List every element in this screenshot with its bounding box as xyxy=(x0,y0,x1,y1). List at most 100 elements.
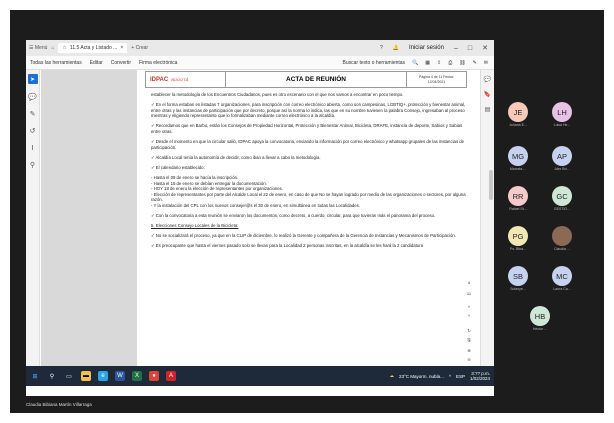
paragraph: ✓ El calendario establecido: xyxy=(151,164,205,170)
participant-tile[interactable]: LH Luisa He... xyxy=(540,102,584,127)
task-view-icon[interactable]: ▭ xyxy=(64,371,74,381)
avatar: SB xyxy=(508,266,528,286)
weather-icon[interactable]: ☁ xyxy=(390,373,395,379)
participant-name: Rafael St... xyxy=(509,207,527,211)
windows-start-icon[interactable]: ⊞ xyxy=(30,371,40,381)
pen-icon[interactable]: ✎ xyxy=(30,110,36,118)
star-icon[interactable]: ☆ xyxy=(62,45,66,51)
text-box-icon[interactable]: Ⅰ xyxy=(31,144,33,152)
menu-bar: Todas las herramientas Editar Convertir … xyxy=(26,56,494,70)
participant-tile[interactable]: MG Marcela ... xyxy=(496,146,540,171)
chevron-down-icon[interactable]: ˅ xyxy=(464,313,474,318)
menu-edit[interactable]: Editar xyxy=(90,60,103,66)
bell-icon[interactable]: 🔔 xyxy=(393,45,399,51)
chevron-up-icon[interactable]: ˄ xyxy=(464,304,474,309)
participant-name: Laura Ca... xyxy=(553,287,571,291)
clock-date: 1/02/2024 xyxy=(469,376,490,381)
search-taskbar-icon[interactable]: ⚲ xyxy=(47,371,57,381)
weather-text[interactable]: 23°C Mayorm. nubla... xyxy=(399,374,444,379)
sign-in-button[interactable]: Iniciar sesión xyxy=(409,45,444,51)
chrome-icon[interactable]: ● xyxy=(149,371,159,381)
language-indicator[interactable]: ESP xyxy=(456,374,465,379)
paragraph: - Hasta el 09 de enero se hacía la inscr… xyxy=(151,174,466,208)
scrollbar-thumb[interactable] xyxy=(489,170,493,200)
network-icon[interactable]: ^ xyxy=(449,374,451,379)
avatar: PG xyxy=(508,226,528,246)
menu-e-sign[interactable]: Firma electrónica xyxy=(139,60,177,66)
system-tray: ☁ 23°C Mayorm. nubla... ^ ESP 3:?? p.m. … xyxy=(390,371,495,381)
mail-icon[interactable]: ✉ xyxy=(484,60,488,66)
edge-icon[interactable]: e xyxy=(98,371,108,381)
home-icon[interactable]: ⌂ xyxy=(51,45,54,51)
participant-tile[interactable]: RR Rafael St... xyxy=(496,186,540,211)
page-indicator: 4 11 ˄ ˅ ↻ 🖫 ⊕ ⊖ xyxy=(464,280,474,362)
file-explorer-icon[interactable]: ▬ xyxy=(81,371,91,381)
menu-all-tools[interactable]: Todas las herramientas xyxy=(30,60,82,66)
participant-tile[interactable]: HB Héctor ... xyxy=(518,306,562,331)
excel-icon[interactable]: X xyxy=(132,371,142,381)
participant-name: Héctor ... xyxy=(532,327,548,331)
idpac-logo: IDPAC BOGOTÁ xyxy=(146,72,226,87)
participants-panel: JE Johana E... LH Luisa He... MG Marcela… xyxy=(496,102,606,362)
document-area[interactable]: IDPAC BOGOTÁ ACTA DE REUNIÓN Página 4 de… xyxy=(41,70,480,366)
search-icon[interactable]: 🔍 xyxy=(412,60,418,66)
menu-button[interactable]: ☰ Menú xyxy=(29,45,47,51)
select-tool-icon[interactable]: ➤ xyxy=(27,74,38,84)
minimize-icon[interactable]: – xyxy=(454,45,458,52)
section-heading: 5. Elecciones Consejo Locales de la Bici… xyxy=(151,223,239,229)
participant-photo xyxy=(552,226,572,246)
zoom-in-icon[interactable]: ⊕ xyxy=(464,348,474,353)
page-total: 11 xyxy=(466,291,472,296)
paragraph: ✓ No se socializará el proceso, ya que e… xyxy=(151,233,456,239)
taskbar: ⊞ ⚲ ▭ ▬ e W X ● A ☁ 23°C Mayorm. nubla..… xyxy=(26,366,494,386)
participant-tile[interactable]: PG Ps. Biba... xyxy=(496,226,540,251)
page-thumbs-icon[interactable]: ▦ xyxy=(425,60,430,66)
acrobat-icon[interactable]: A xyxy=(166,371,176,381)
close-window-icon[interactable]: ✕ xyxy=(482,44,488,52)
comment-icon[interactable]: 💬 xyxy=(28,93,37,101)
bookmark-icon[interactable]: 🔖 xyxy=(484,91,491,98)
link-icon[interactable]: ⛓ xyxy=(459,60,465,66)
participant-tile[interactable]: Claudia ... xyxy=(540,226,584,251)
pdf-viewer-window: ☰ Menú ⌂ ☆ 11.5 Acta y Listado ... × + C… xyxy=(26,40,494,396)
maximize-icon[interactable]: □ xyxy=(468,45,472,52)
search-tools-button[interactable]: Buscar texto o herramientas xyxy=(343,60,406,66)
create-button[interactable]: + Crear xyxy=(131,45,148,51)
participant-name: Marcela ... xyxy=(509,167,527,171)
print-icon[interactable]: ⎙ xyxy=(448,60,452,66)
stamp-icon[interactable]: ⚲ xyxy=(30,161,35,169)
logo-brand: IDPAC xyxy=(150,76,169,83)
participant-tile[interactable]: JE Johana E... xyxy=(496,102,540,127)
participant-name: Ps. Biba... xyxy=(510,247,526,251)
avatar: LH xyxy=(552,102,572,122)
word-icon[interactable]: W xyxy=(115,371,125,381)
menu-label: Menú xyxy=(34,45,48,51)
draw-icon[interactable]: ↺ xyxy=(30,127,36,135)
save-icon[interactable]: 🖫 xyxy=(464,337,474,344)
tab-title: 11.5 Acta y Listado ... xyxy=(69,45,118,51)
avatar: HB xyxy=(530,306,550,326)
clock[interactable]: 3:?? p.m. 1/02/2024 xyxy=(470,371,490,381)
close-tab-icon[interactable]: × xyxy=(120,45,123,51)
pages-icon[interactable]: ▤ xyxy=(485,106,491,113)
participant-name: Claudia ... xyxy=(554,247,570,251)
avatar: AP xyxy=(552,146,572,166)
participant-tile[interactable]: AP Alex Bri... xyxy=(540,146,584,171)
title-bar: ☰ Menú ⌂ ☆ 11.5 Acta y Listado ... × + C… xyxy=(26,40,494,56)
document-body: establecer la metodología de los Encuent… xyxy=(151,92,467,253)
participant-tile[interactable]: MC Laura Ca... xyxy=(540,266,584,291)
sign-icon[interactable]: ✎ xyxy=(473,60,477,66)
menu-convert[interactable]: Convertir xyxy=(111,60,131,66)
help-icon[interactable]: ? xyxy=(380,45,383,51)
paragraph: ✓ Es preocupante que hasta el viernes pa… xyxy=(151,243,424,249)
refresh-icon[interactable]: ↻ xyxy=(464,328,474,333)
logo-sub: BOGOTÁ xyxy=(171,77,189,82)
zoom-out-icon[interactable]: ⊖ xyxy=(464,357,474,362)
participant-tile[interactable]: GC GESTIO... xyxy=(540,186,584,211)
share-icon[interactable]: ⇪ xyxy=(437,60,441,66)
document-meta: Página 4 de 11 Fecha: 12/04/2021 xyxy=(406,72,466,87)
participant-tile[interactable]: SB Solanye... xyxy=(496,266,540,291)
document-tab[interactable]: ☆ 11.5 Acta y Listado ... × xyxy=(58,43,128,53)
paragraph: establecer la metodología de los Encuent… xyxy=(151,92,404,97)
chat-icon[interactable]: 💬 xyxy=(484,76,491,83)
